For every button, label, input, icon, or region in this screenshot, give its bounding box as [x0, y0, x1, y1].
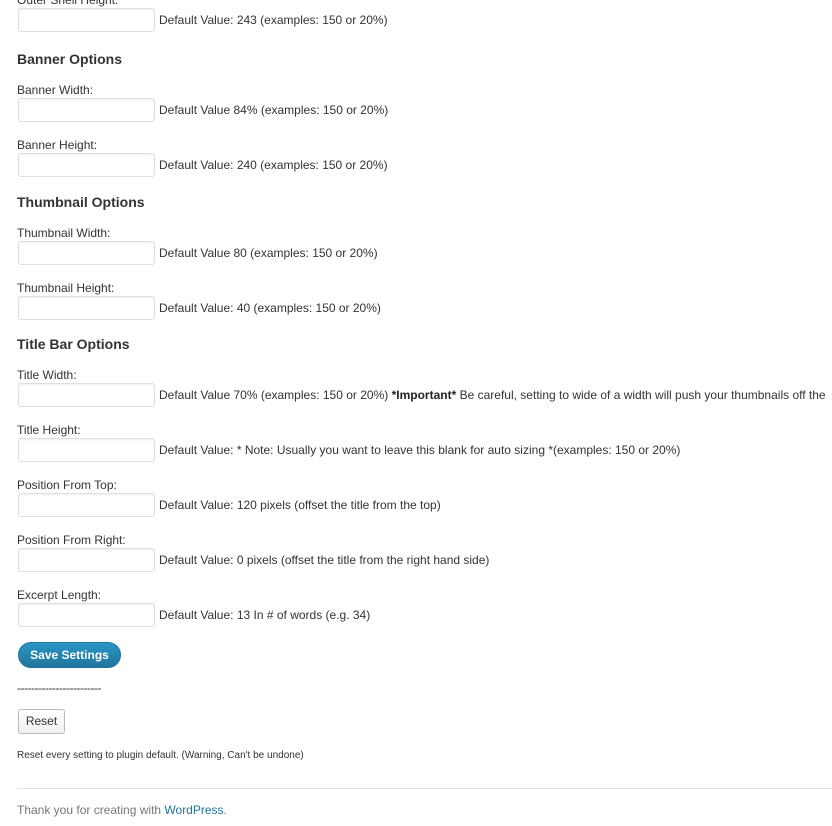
outer-shell-height-input[interactable]	[18, 8, 155, 32]
banner-options-heading: Banner Options	[17, 51, 123, 67]
thumbnail-width-field: Thumbnail Width: Default Value 80 (examp…	[17, 226, 378, 265]
thumbnail-width-label: Thumbnail Width:	[17, 226, 111, 240]
title-height-label: Title Height:	[17, 423, 81, 437]
thumbnail-width-hint: Default Value 80 (examples: 150 or 20%)	[159, 246, 378, 260]
outer-shell-height-hint: Default Value: 243 (examples: 150 or 20%…	[159, 13, 388, 27]
title-width-field: Title Width: Default Value 70% (examples…	[17, 368, 826, 407]
title-width-hint-default: Default Value 70% (examples: 150 or 20%)	[159, 388, 389, 402]
banner-width-row: Default Value 84% (examples: 150 or 20%)	[17, 98, 388, 122]
position-from-right-label: Position From Right:	[17, 533, 126, 547]
outer-shell-height-row: Default Value: 243 (examples: 150 or 20%…	[17, 8, 388, 32]
thumbnail-options-heading: Thumbnail Options	[17, 194, 145, 210]
banner-height-field: Banner Height: Default Value: 240 (examp…	[17, 138, 388, 177]
reset-button[interactable]: Reset	[18, 709, 65, 734]
thumbnail-height-field: Thumbnail Height: Default Value: 40 (exa…	[17, 281, 381, 320]
title-width-label: Title Width:	[17, 368, 77, 382]
banner-width-label: Banner Width:	[17, 83, 94, 97]
wordpress-link[interactable]: WordPress	[164, 803, 223, 817]
thumbnail-height-input[interactable]	[18, 296, 155, 320]
footer-divider	[17, 788, 832, 789]
title-width-important-label: *Important*	[391, 388, 457, 402]
position-from-top-input[interactable]	[18, 493, 155, 517]
reset-warning-text: Reset every setting to plugin default. (…	[17, 750, 304, 761]
position-from-right-input[interactable]	[18, 548, 155, 572]
excerpt-length-hint: Default Value: 13 In # of words (e.g. 34…	[159, 608, 371, 622]
outer-shell-height-field: Outer Shell Height: Default Value: 243 (…	[17, 0, 388, 32]
position-from-top-field: Position From Top: Default Value: 120 pi…	[17, 478, 441, 517]
footer-suffix: .	[223, 803, 227, 817]
position-from-right-field: Position From Right: Default Value: 0 pi…	[17, 533, 489, 572]
thumbnail-height-label: Thumbnail Height:	[17, 281, 115, 295]
thumbnail-width-row: Default Value 80 (examples: 150 or 20%)	[17, 241, 378, 265]
banner-width-field: Banner Width: Default Value 84% (example…	[17, 83, 388, 122]
thumbnail-height-hint: Default Value: 40 (examples: 150 or 20%)	[159, 301, 381, 315]
banner-height-label: Banner Height:	[17, 138, 98, 152]
title-height-input[interactable]	[18, 438, 155, 462]
position-from-top-label: Position From Top:	[17, 478, 117, 492]
title-width-hint: Default Value 70% (examples: 150 or 20%)…	[159, 383, 826, 407]
excerpt-length-field: Excerpt Length: Default Value: 13 In # o…	[17, 588, 370, 627]
banner-width-input[interactable]	[18, 98, 155, 122]
thumbnail-width-input[interactable]	[18, 241, 155, 265]
title-width-important-text: Be careful, setting to wide of a width w…	[459, 388, 826, 402]
title-height-hint: Default Value: * Note: Usually you want …	[159, 443, 681, 457]
excerpt-length-input[interactable]	[18, 603, 155, 627]
footer-text: Thank you for creating with	[17, 803, 165, 817]
position-from-right-hint: Default Value: 0 pixels (offset the titl…	[159, 553, 490, 567]
title-width-input[interactable]	[18, 383, 155, 407]
title-height-row: Default Value: * Note: Usually you want …	[17, 438, 680, 462]
save-settings-button[interactable]: Save Settings	[18, 642, 121, 668]
banner-height-input[interactable]	[18, 153, 155, 177]
banner-height-row: Default Value: 240 (examples: 150 or 20%…	[17, 153, 388, 177]
divider-text: ------------------------	[17, 681, 101, 695]
excerpt-length-label: Excerpt Length:	[17, 588, 102, 602]
title-height-field: Title Height: Default Value: * Note: Usu…	[17, 423, 680, 462]
banner-height-hint: Default Value: 240 (examples: 150 or 20%…	[159, 158, 388, 172]
title-width-row: Default Value 70% (examples: 150 or 20%)…	[17, 383, 826, 407]
position-from-right-row: Default Value: 0 pixels (offset the titl…	[17, 548, 489, 572]
admin-footer: Thank you for creating with WordPress.	[17, 803, 227, 818]
position-from-top-row: Default Value: 120 pixels (offset the ti…	[17, 493, 441, 517]
position-from-top-hint: Default Value: 120 pixels (offset the ti…	[159, 498, 441, 512]
excerpt-length-row: Default Value: 13 In # of words (e.g. 34…	[17, 603, 370, 627]
banner-width-hint: Default Value 84% (examples: 150 or 20%)	[159, 103, 389, 117]
outer-shell-height-label: Outer Shell Height:	[17, 0, 119, 7]
thumbnail-height-row: Default Value: 40 (examples: 150 or 20%)	[17, 296, 381, 320]
title-bar-options-heading: Title Bar Options	[17, 336, 130, 352]
